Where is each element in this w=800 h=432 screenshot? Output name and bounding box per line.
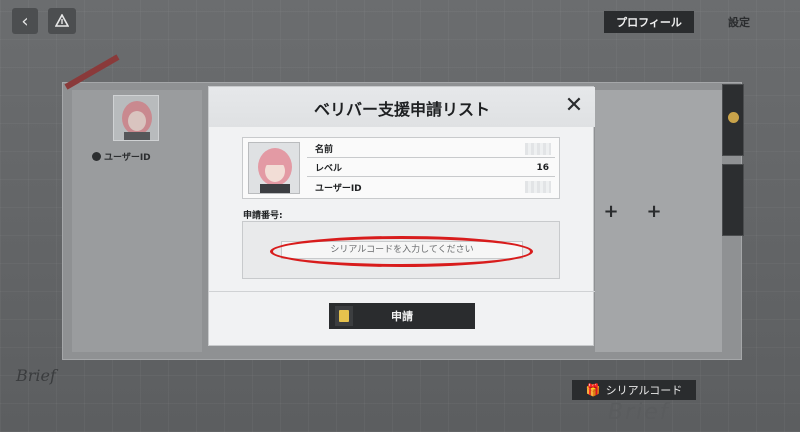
level-label: レベル [315,164,343,174]
name-value-redacted [525,142,551,155]
home-button[interactable] [48,8,76,34]
add-slot-icon[interactable]: + [603,203,619,221]
coin-icon [728,112,739,123]
tab-profile[interactable]: プロフィール [604,11,694,33]
info-row-user-id: ユーザーID [307,178,555,196]
user-id-icon [92,152,101,161]
chevron-left-icon: ‹ [21,10,29,32]
user-id-value-redacted [525,181,551,193]
submit-button-label: 申請 [391,310,413,323]
serial-code-button[interactable]: 🎁 シリアルコード [572,380,696,400]
add-slot-icon[interactable]: + [646,203,662,221]
background-avatar [113,95,159,141]
serial-code-button-label: シリアルコード [605,384,683,397]
info-row-level: レベル 16 [307,159,555,177]
close-icon[interactable]: ✕ [563,95,585,117]
modal-title: ベリバー支援申請リスト [313,100,490,119]
submit-button[interactable]: 申請 [329,303,475,329]
home-emblem-icon [55,14,69,27]
background-user-id: ユーザーID [92,150,151,163]
top-tabs: プロフィール 設定 [604,11,784,33]
brief-watermark: Brief [608,400,670,425]
background-user-id-label: ユーザーID [104,153,151,163]
side-tab-coin[interactable] [722,84,744,156]
back-button[interactable]: ‹ [12,8,38,34]
user-info-card: 名前 レベル 16 ユーザーID [242,137,560,199]
brief-signature: Brief [16,366,56,385]
user-id-label: ユーザーID [315,183,362,194]
avatar [248,142,300,194]
document-icon [335,306,353,326]
modal-divider [209,291,595,292]
gift-icon: 🎁 [585,383,601,397]
highlight-ring [270,236,533,267]
side-tab-secondary[interactable] [722,164,744,236]
name-label: 名前 [315,145,334,155]
apply-number-label: 申請番号: [243,211,283,221]
top-bar: ‹ プロフィール 設定 [0,0,800,40]
level-value: 16 [536,162,549,173]
info-row-name: 名前 [307,140,555,158]
modal-header: ベリバー支援申請リスト ✕ [209,87,595,127]
support-request-modal: ベリバー支援申請リスト ✕ 名前 レベル 16 ユーザーID 申請番号: シリア… [208,86,595,346]
tab-settings[interactable]: 設定 [694,11,784,33]
